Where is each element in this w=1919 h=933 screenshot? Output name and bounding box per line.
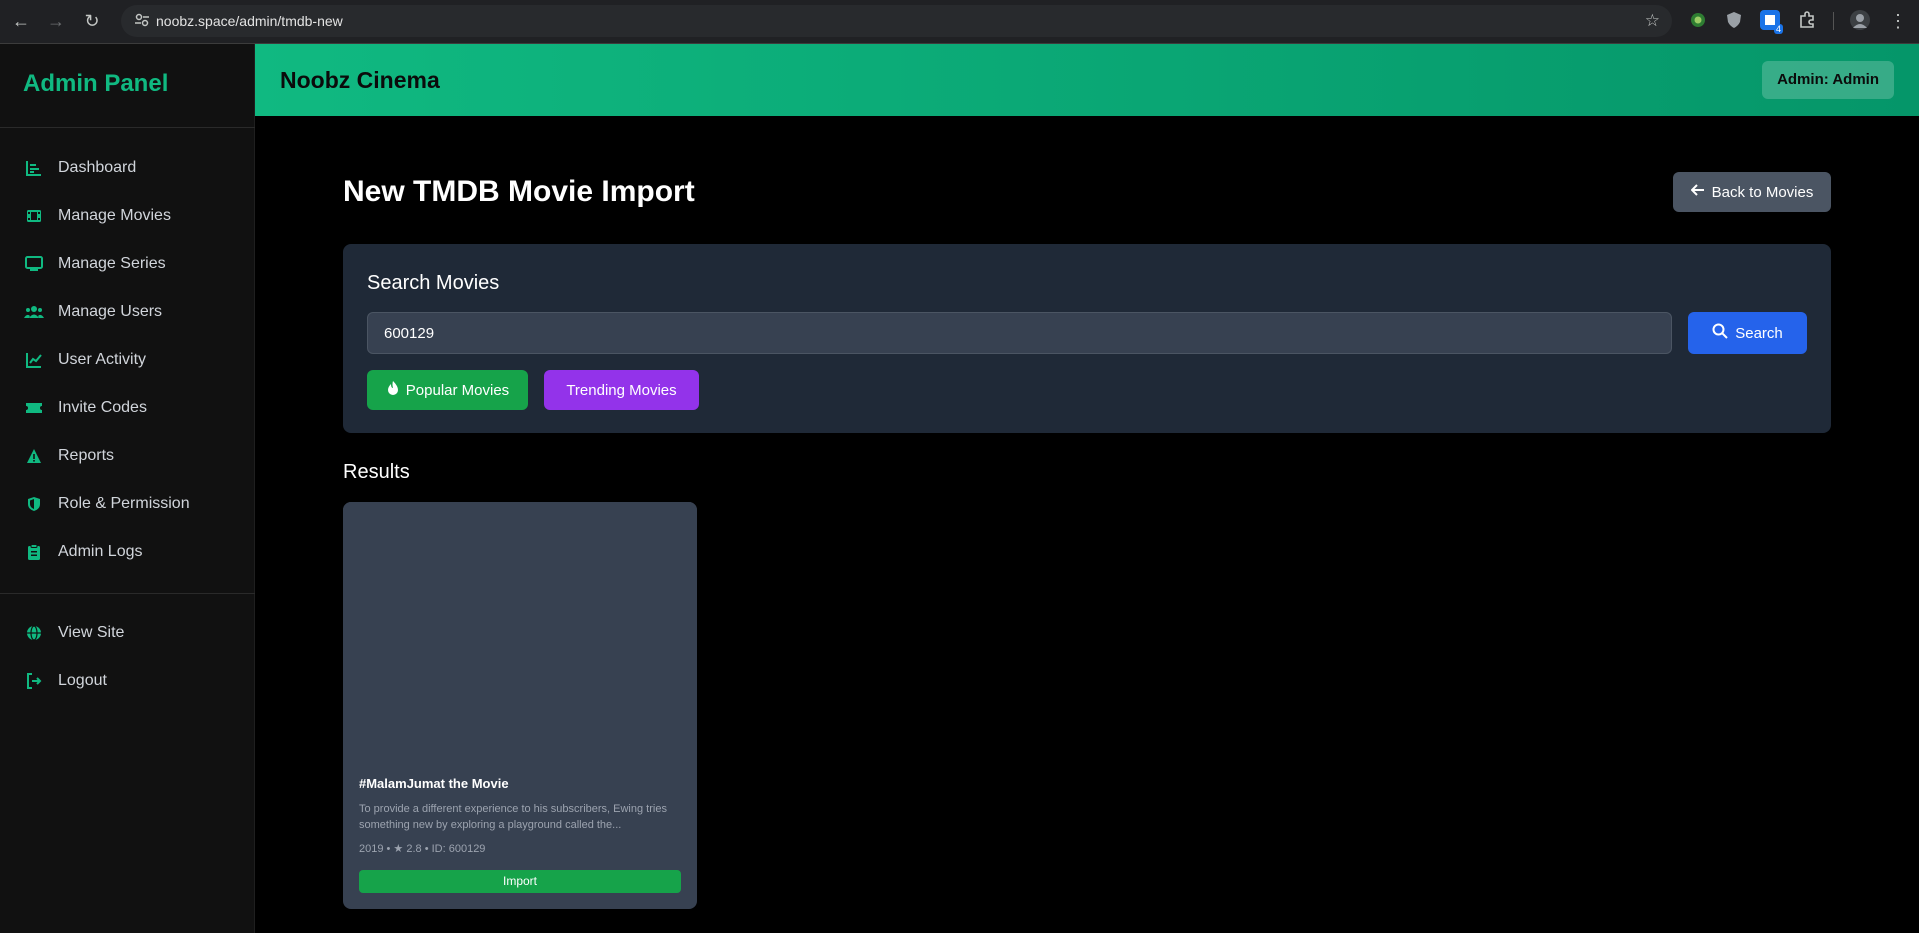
- sidebar-item-invite-codes[interactable]: Invite Codes: [24, 394, 147, 422]
- menu-dots-icon[interactable]: ⋮: [1889, 6, 1907, 36]
- movie-description: To provide a different experience to his…: [359, 803, 667, 831]
- fire-icon: [386, 380, 400, 400]
- admin-badge[interactable]: Admin: Admin: [1762, 61, 1894, 99]
- movie-poster: [343, 502, 697, 758]
- toolbar-divider: [1833, 12, 1834, 30]
- globe-icon: [24, 623, 44, 643]
- trending-button-label: Trending Movies: [566, 381, 677, 399]
- sidebar-item-label: Dashboard: [58, 159, 137, 176]
- bookmark-star-icon[interactable]: ☆: [1645, 5, 1660, 37]
- warning-icon: [24, 446, 44, 466]
- profile-avatar[interactable]: [1850, 10, 1870, 30]
- movie-meta: 2019 • ★ 2.8 • ID: 600129: [359, 843, 486, 855]
- site-title: Noobz Cinema: [280, 67, 440, 93]
- film-icon: [24, 206, 44, 226]
- back-to-movies-button[interactable]: Back to Movies: [1673, 172, 1831, 212]
- sidebar-item-user-activity[interactable]: User Activity: [24, 346, 146, 374]
- site-settings-icon[interactable]: [133, 12, 151, 30]
- sidebar-item-reports[interactable]: Reports: [24, 442, 114, 470]
- back-arrow-icon[interactable]: ←: [8, 8, 34, 34]
- sidebar-divider: [0, 593, 255, 594]
- sidebar-item-label: Manage Users: [58, 303, 163, 320]
- popular-button-label: Popular Movies: [405, 381, 510, 399]
- address-bar[interactable]: noobz.space/admin/tmdb-new ☆: [121, 5, 1672, 37]
- sidebar-item-label: Manage Movies: [58, 207, 171, 224]
- sidebar-item-manage-series[interactable]: Manage Series: [24, 250, 166, 278]
- sidebar-brand: Admin Panel: [23, 70, 169, 97]
- sidebar-item-admin-logs[interactable]: Admin Logs: [24, 538, 143, 566]
- back-button-label: Back to Movies: [1711, 183, 1814, 201]
- search-icon: [1712, 323, 1728, 343]
- url-text: noobz.space/admin/tmdb-new: [156, 13, 343, 29]
- reload-icon[interactable]: ↻: [79, 8, 105, 34]
- sidebar-item-role-permission[interactable]: Role & Permission: [24, 490, 190, 518]
- sidebar-item-label: Admin Logs: [58, 543, 143, 560]
- sidebar-item-logout[interactable]: Logout: [24, 667, 107, 695]
- import-button[interactable]: Import: [359, 870, 681, 893]
- movie-title: #MalamJumat the Movie: [359, 776, 509, 791]
- chart-bar-icon: [24, 158, 44, 178]
- search-panel: Search Movies 600129 Search Popular Movi…: [343, 244, 1831, 433]
- tv-icon: [24, 254, 44, 274]
- page-title: New TMDB Movie Import: [343, 175, 695, 208]
- logout-icon: [24, 671, 44, 691]
- sidebar-item-label: User Activity: [58, 351, 147, 368]
- sidebar-item-label: Role & Permission: [58, 495, 190, 512]
- sidebar: Admin Panel Dashboard Manage Movies Mana…: [0, 44, 255, 933]
- search-input[interactable]: 600129: [367, 312, 1672, 354]
- shield-icon: [24, 494, 44, 514]
- sidebar-item-label: Invite Codes: [58, 399, 147, 416]
- search-panel-title: Search Movies: [367, 272, 500, 294]
- search-button[interactable]: Search: [1688, 312, 1807, 354]
- header-bar: Noobz Cinema Admin: Admin: [255, 44, 1919, 116]
- ticket-icon: [24, 398, 44, 418]
- sidebar-item-label: Reports: [58, 447, 115, 464]
- shield-extension-icon[interactable]: [1724, 10, 1744, 30]
- password-manager-icon[interactable]: 4: [1760, 10, 1783, 34]
- arrow-left-icon: [1690, 183, 1705, 202]
- sidebar-item-manage-users[interactable]: Manage Users: [24, 298, 162, 326]
- sidebar-item-label: Logout: [58, 672, 107, 689]
- browser-toolbar: ← → ↻ noobz.space/admin/tmdb-new ☆ 4 ⋮: [0, 0, 1919, 44]
- users-icon: [24, 302, 44, 322]
- trending-movies-button[interactable]: Trending Movies: [544, 370, 699, 410]
- sidebar-item-label: Manage Series: [58, 255, 166, 272]
- search-button-label: Search: [1735, 324, 1783, 342]
- sidebar-item-view-site[interactable]: View Site: [24, 619, 124, 647]
- extension-badge: 4: [1773, 24, 1783, 34]
- chart-line-icon: [24, 350, 44, 370]
- popular-movies-button[interactable]: Popular Movies: [367, 370, 528, 410]
- clipboard-icon: [24, 542, 44, 562]
- sidebar-item-manage-movies[interactable]: Manage Movies: [24, 202, 171, 230]
- forward-arrow-icon[interactable]: →: [43, 8, 69, 34]
- sidebar-divider: [0, 127, 255, 128]
- results-title: Results: [343, 461, 410, 483]
- extension-icon[interactable]: [1688, 10, 1708, 30]
- sidebar-item-dashboard[interactable]: Dashboard: [24, 154, 136, 182]
- movie-card: #MalamJumat the Movie To provide a diffe…: [343, 502, 697, 909]
- sidebar-item-label: View Site: [58, 624, 125, 641]
- puzzle-icon[interactable]: [1797, 10, 1817, 30]
